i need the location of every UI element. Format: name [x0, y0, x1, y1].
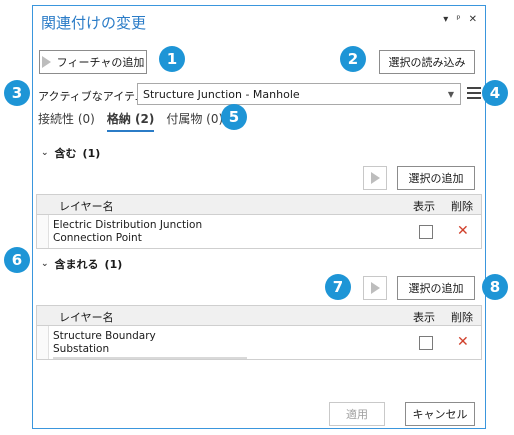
callout-1: 1 — [159, 46, 185, 72]
contains-add-selection-button[interactable]: 選択の追加 — [397, 166, 475, 190]
layer-name-line1: Electric Distribution Junction — [53, 219, 203, 231]
layer-name-line2: Connection Point — [53, 232, 142, 244]
title-bar-icons: ▾ ᵖ ✕ — [443, 14, 477, 26]
select-arrow-icon — [370, 172, 380, 184]
active-item-label: アクティブなアイテム: — [38, 90, 150, 103]
row-divider — [53, 357, 247, 359]
layer-name-cell: Electric Distribution Junction Connectio… — [53, 219, 202, 245]
tab-containment[interactable]: 格納 (2) — [106, 110, 155, 132]
layer-name-cell: Structure Boundary Substation — [53, 330, 156, 356]
association-tabs: 接続性 (0) 格納 (2) 付属物 (0) — [38, 110, 223, 132]
row-selector[interactable] — [37, 326, 49, 359]
add-feature-label: フィーチャの追加 — [56, 56, 145, 69]
active-item-value: Structure Junction - Manhole — [143, 87, 300, 101]
contained-by-table: レイヤー名 表示 削除 Structure Boundary Substatio… — [36, 305, 482, 360]
contains-add-selection-label: 選択の追加 — [408, 172, 464, 185]
column-show[interactable]: 表示 — [413, 198, 435, 214]
load-selection-label: 選択の読み込み — [388, 56, 466, 69]
column-layer-name[interactable]: レイヤー名 — [59, 198, 114, 214]
callout-2: 2 — [340, 46, 366, 72]
tab-connectivity[interactable]: 接続性 (0) — [38, 110, 95, 132]
hamburger-menu-icon[interactable] — [467, 87, 481, 102]
contained-by-add-selection-button[interactable]: 選択の追加 — [397, 276, 475, 300]
tab-attachment[interactable]: 付属物 (0) — [166, 110, 223, 132]
contained-by-select-tool-button[interactable] — [363, 276, 387, 300]
show-checkbox[interactable] — [419, 225, 433, 239]
contained-by-section-header[interactable]: ⌄ 含まれる (1) — [41, 256, 122, 272]
contained-by-count: (1) — [104, 257, 123, 271]
column-delete[interactable]: 削除 — [451, 198, 473, 214]
contained-by-title: 含まれる — [54, 258, 99, 271]
layer-name-line1: Structure Boundary — [53, 330, 156, 342]
callout-6: 6 — [4, 247, 30, 273]
column-show[interactable]: 表示 — [413, 309, 435, 325]
callout-5: 5 — [221, 104, 247, 130]
delete-icon[interactable]: ✕ — [457, 334, 469, 350]
contained-by-add-selection-label: 選択の追加 — [408, 282, 464, 295]
options-dropdown-icon[interactable]: ▾ — [443, 14, 448, 26]
title-bar: 関連付けの変更 ▾ ᵖ ✕ — [33, 6, 485, 36]
cancel-label: キャンセル — [412, 408, 468, 421]
add-feature-button[interactable]: フィーチャの追加 — [39, 50, 147, 74]
contains-section-header[interactable]: ⌄ 含む (1) — [41, 145, 100, 161]
chevron-down-icon: ▼ — [447, 90, 454, 99]
active-item-dropdown[interactable]: Structure Junction - Manhole ▼ — [137, 83, 461, 105]
modify-associations-pane: 関連付けの変更 ▾ ᵖ ✕ フィーチャの追加 選択の読み込み アクティブなアイテ… — [32, 5, 486, 429]
show-checkbox[interactable] — [419, 336, 433, 350]
callout-4: 4 — [482, 80, 508, 106]
column-delete[interactable]: 削除 — [451, 309, 473, 325]
contains-table: レイヤー名 表示 削除 Electric Distribution Juncti… — [36, 194, 482, 249]
table-row[interactable]: Electric Distribution Junction Connectio… — [37, 215, 481, 248]
chevron-down-icon: ⌄ — [41, 148, 49, 158]
apply-label: 適用 — [346, 408, 368, 421]
callout-3: 3 — [4, 80, 30, 106]
cancel-button[interactable]: キャンセル — [405, 402, 475, 426]
column-layer-name[interactable]: レイヤー名 — [59, 309, 114, 325]
select-arrow-icon — [41, 56, 51, 68]
row-selector[interactable] — [37, 215, 49, 248]
chevron-down-icon: ⌄ — [41, 259, 49, 269]
contains-count: (1) — [82, 146, 101, 160]
contains-title: 含む — [54, 147, 77, 160]
layer-name-line2: Substation — [53, 343, 110, 355]
table-header: レイヤー名 表示 削除 — [37, 306, 481, 326]
close-icon[interactable]: ✕ — [469, 14, 477, 26]
callout-7: 7 — [325, 274, 351, 300]
pin-icon[interactable]: ᵖ — [456, 14, 460, 26]
delete-icon[interactable]: ✕ — [457, 223, 469, 239]
select-arrow-icon — [370, 282, 380, 294]
contains-select-tool-button[interactable] — [363, 166, 387, 190]
table-header: レイヤー名 表示 削除 — [37, 195, 481, 215]
apply-button[interactable]: 適用 — [329, 402, 385, 426]
callout-8: 8 — [482, 274, 508, 300]
pane-title: 関連付けの変更 — [41, 14, 147, 32]
load-selection-button[interactable]: 選択の読み込み — [379, 50, 475, 74]
table-row[interactable]: Structure Boundary Substation ✕ — [37, 326, 481, 359]
